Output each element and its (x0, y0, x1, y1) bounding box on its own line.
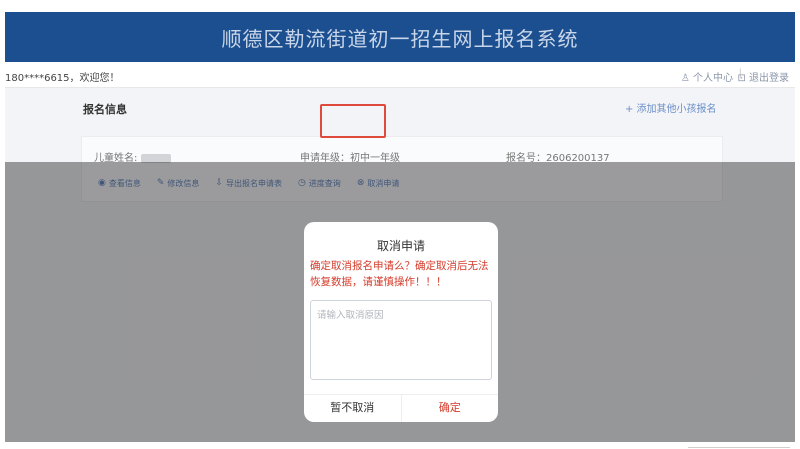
app-header: 顺德区勒流街道初一招生网上报名系统 (5, 12, 795, 62)
welcome-text: 180****6615，欢迎您！ (5, 73, 120, 84)
app-title: 顺德区勒流街道初一招生网上报名系统 (221, 26, 579, 51)
keep-application-button[interactable]: 暂不取消 (304, 395, 402, 422)
cancel-dialog: 取消申请 确定取消报名申请么？确定取消后无法恢复数据，请谨慎操作！！！ 暂不取消… (304, 222, 498, 422)
cancel-reason-input[interactable] (310, 300, 492, 380)
highlight-box (320, 104, 386, 138)
user-center-link[interactable]: ♙ 个人中心 (681, 69, 733, 84)
dialog-buttons: 暂不取消 确定 (304, 394, 498, 422)
dialog-warning: 确定取消报名申请么？确定取消后无法恢复数据，请谨慎操作！！！ (310, 260, 489, 288)
add-other-child-link[interactable]: + 添加其他小孩报名 (625, 100, 717, 115)
logout-link[interactable]: ⊡ 退出登录 (737, 69, 789, 84)
top-bar: 180****6615，欢迎您！ ♙ 个人中心 | ⊡ 退出登录 (5, 62, 795, 88)
section-title: 报名信息 (83, 103, 127, 116)
dialog-title: 取消申请 (376, 239, 425, 253)
confirm-cancel-button[interactable]: 确定 (402, 395, 499, 422)
